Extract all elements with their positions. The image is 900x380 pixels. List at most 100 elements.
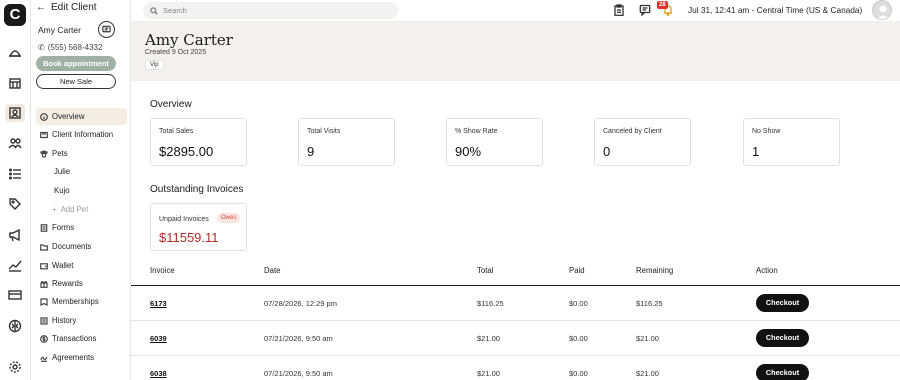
new-sale-button[interactable]: New Sale (36, 74, 116, 89)
dollar-icon (40, 334, 48, 343)
gift-icon (40, 280, 48, 288)
client-header: Amy Carter Created 9 Oct 2025 Vip (131, 22, 900, 81)
user-avatar[interactable] (872, 0, 892, 20)
invoice-total: $21.00 (477, 369, 500, 378)
column-header-action: Action (756, 266, 778, 275)
brain-icon[interactable] (5, 317, 25, 335)
invoice-link[interactable]: 6038 (150, 369, 167, 378)
app-logo[interactable]: C (4, 4, 26, 26)
invoice-remaining: $21.00 (636, 334, 659, 343)
table-row: 6039 07/21/2026, 9:50 am $21.00 $0.00 $2… (131, 321, 900, 356)
folder-icon (40, 243, 48, 251)
settings-icon[interactable] (5, 358, 25, 376)
stat-label: Total Visits (307, 128, 341, 135)
sidebar-item-pets[interactable]: Pets (36, 145, 127, 162)
invoice-link[interactable]: 6039 (150, 334, 167, 343)
sidebar-item-label: Rewards (52, 279, 83, 288)
message-button[interactable] (98, 21, 115, 38)
sidebar-item-client-information[interactable]: Client Information (36, 126, 127, 143)
book-appointment-button[interactable]: Book appointment (36, 56, 116, 71)
invoice-paid: $0.00 (569, 299, 588, 308)
sidebar-item-transactions[interactable]: Transactions (36, 330, 127, 347)
wallet-icon (40, 262, 48, 269)
stat-card-total-visits: Total Visits 9 (298, 118, 395, 166)
sidebar-item-label: Forms (52, 223, 75, 232)
sidebar-item-agreements[interactable]: Agreements (36, 349, 127, 366)
messages-icon[interactable] (639, 4, 651, 17)
stat-label: Total Sales (159, 128, 194, 135)
invoice-table-header: Invoice Date Total Paid Remaining Action (131, 262, 900, 286)
plus-icon: + (52, 205, 57, 214)
sidebar-item-label: Client Information (52, 130, 114, 139)
document-icon (40, 223, 48, 232)
stat-label: Canceled by Client (603, 128, 662, 135)
clients-icon[interactable] (5, 104, 25, 122)
stat-value: 9 (307, 144, 315, 159)
invoice-date: 07/21/2026, 9:50 am (264, 334, 333, 343)
app-rail: C (0, 0, 31, 380)
unpaid-value: $11559.11 (159, 230, 219, 245)
checkout-button[interactable]: Checkout (756, 329, 809, 347)
sidebar-item-wallet[interactable]: Wallet (36, 257, 127, 274)
stat-label: No Show (752, 128, 781, 135)
megaphone-icon[interactable] (5, 226, 25, 244)
clipboard-icon[interactable] (613, 4, 625, 16)
info-icon (40, 112, 48, 121)
client-name: Amy Carter (38, 25, 81, 35)
back-link[interactable]: ← Edit Client (36, 2, 97, 13)
arrow-left-icon: ← (36, 2, 46, 13)
table-row: 6173 07/28/2026, 12:29 pm $116.25 $0.00 … (131, 286, 900, 321)
history-icon (40, 316, 48, 325)
sidebar-item-history[interactable]: History (36, 312, 127, 329)
page-title: Amy Carter (145, 31, 233, 49)
checkout-button[interactable]: Checkout (756, 364, 809, 380)
created-date: Created 9 Oct 2025 (145, 49, 207, 56)
stat-card-canceled: Canceled by Client 0 (594, 118, 691, 166)
sidebar-item-memberships[interactable]: Memberships (36, 293, 127, 310)
client-phone[interactable]: ✆ (555) 568-4332 (38, 43, 102, 52)
membership-icon (40, 297, 48, 306)
column-header-remaining: Remaining (636, 266, 674, 275)
tag-icon[interactable] (5, 195, 25, 213)
analytics-icon[interactable] (5, 256, 25, 274)
sidebar-item-rewards[interactable]: Rewards (36, 275, 127, 292)
unpaid-label: Unpaid Invoices (159, 216, 209, 223)
sidebar-item-overview[interactable]: Overview (36, 108, 127, 125)
invoice-paid: $0.00 (569, 369, 588, 378)
home-icon[interactable] (5, 43, 25, 61)
search-input[interactable]: Search (143, 2, 398, 19)
stat-value: 0 (603, 144, 611, 159)
sidebar-item-label: Julie (54, 167, 71, 176)
vip-tag[interactable]: Vip (145, 60, 164, 70)
signature-icon (40, 356, 48, 362)
card-icon[interactable] (5, 286, 25, 304)
invoice-remaining: $21.00 (636, 369, 659, 378)
checkout-button[interactable]: Checkout (756, 294, 809, 312)
calendar-icon[interactable] (5, 74, 25, 92)
sidebar-item-label: Wallet (52, 261, 74, 270)
sidebar-item-pet-kujo[interactable]: Kujo (36, 182, 127, 199)
sidebar-item-forms[interactable]: Forms (36, 219, 127, 236)
overview-title: Overview (150, 99, 192, 110)
notification-badge: 28 (657, 1, 668, 9)
sidebar-item-label: Transactions (52, 334, 97, 343)
sidebar-item-label: Add Pet (60, 205, 89, 214)
owes-badge: Owes (217, 213, 241, 223)
top-bar: Search 28 Jul 31, 12:41 am - Central Tim… (131, 0, 900, 22)
invoice-remaining: $116.25 (636, 299, 663, 308)
column-header-paid: Paid (569, 266, 585, 275)
sidebar-item-label: Pets (52, 149, 68, 158)
list-icon[interactable] (5, 165, 25, 183)
add-pet-link[interactable]: + Add Pet (36, 201, 127, 218)
column-header-invoice: Invoice (150, 266, 175, 275)
invoice-date: 07/28/2026, 12:29 pm (264, 299, 337, 308)
staff-icon[interactable] (5, 134, 25, 152)
stat-value: 90% (455, 144, 482, 159)
sidebar-item-pet-julie[interactable]: Julie (36, 163, 127, 180)
stat-value: $2895.00 (159, 144, 214, 159)
sidebar-item-label: Memberships (52, 297, 99, 306)
sidebar-item-label: History (52, 316, 77, 325)
sidebar-item-documents[interactable]: Documents (36, 238, 127, 255)
invoice-link[interactable]: 6173 (150, 299, 167, 308)
stat-card-total-sales: Total Sales $2895.00 (150, 118, 247, 166)
